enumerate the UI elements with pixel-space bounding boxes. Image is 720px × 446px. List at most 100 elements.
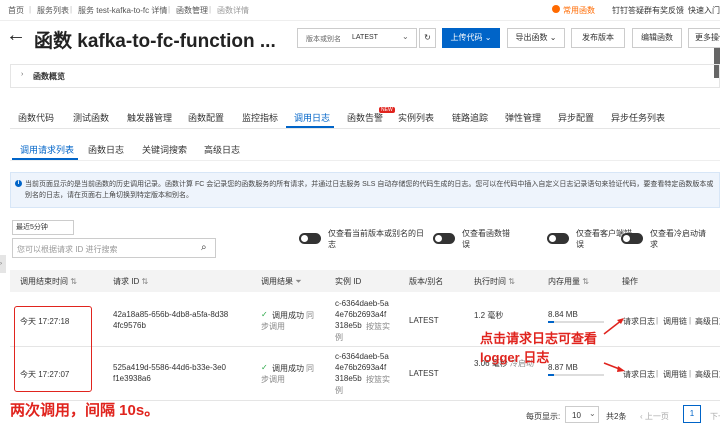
publish-version-button[interactable]: 发布版本 bbox=[571, 28, 625, 48]
breadcrumb-home[interactable]: 首页 bbox=[8, 5, 24, 16]
advanced-log-link[interactable]: 高级日志 bbox=[695, 369, 720, 380]
version-select[interactable]: 版本或别名 LATEST ⌄ bbox=[297, 28, 417, 48]
export-function-label: 导出函数 bbox=[515, 33, 548, 42]
column-header-label: 调用结果 bbox=[261, 277, 293, 286]
tab-function-code[interactable]: 函数代码 bbox=[18, 111, 54, 124]
next-page-button[interactable]: 下一页 bbox=[710, 411, 720, 422]
filter-icon[interactable]: ⏷ bbox=[295, 277, 301, 286]
time-range-select[interactable]: 最近5分钟 bbox=[12, 220, 74, 235]
tab-monitoring[interactable]: 监控指标 bbox=[242, 111, 278, 124]
breadcrumb-service-detail[interactable]: 服务 test-kafka-to-fc 详情 bbox=[78, 5, 167, 16]
row-instance-id-cont[interactable]: 318e5b bbox=[335, 374, 362, 383]
per-page-select[interactable]: 10 ⌄ bbox=[565, 406, 599, 423]
chevron-down-icon: ⌄ bbox=[402, 32, 409, 41]
row-instance-id-cont[interactable]: 4e76b2693a4f bbox=[335, 363, 386, 372]
toggle-client-errors[interactable] bbox=[547, 233, 569, 244]
subtab-request-list[interactable]: 调用请求列表 bbox=[20, 143, 74, 156]
common-functions-link[interactable]: 常用函数 bbox=[563, 5, 595, 16]
sidebar-expand-handle[interactable]: › bbox=[0, 255, 6, 273]
row-instance-extra: 例 bbox=[335, 333, 343, 342]
chevron-left-icon: ‹ bbox=[640, 412, 643, 421]
info-notice: i 当前页面显示的是当前函数的历史调用记录。函数计算 FC 会记录您的函数服务的… bbox=[10, 172, 720, 208]
annotation-logger-line1: 点击请求日志可查看 bbox=[480, 331, 598, 346]
tab-tracing[interactable]: 链路追踪 bbox=[452, 111, 488, 124]
breadcrumb-function-management[interactable]: 函数管理 bbox=[176, 5, 208, 16]
sort-icon[interactable]: ⇅ bbox=[508, 277, 515, 286]
subtab-keyword-search[interactable]: 关键词搜索 bbox=[142, 143, 187, 156]
ops-separator: | bbox=[656, 369, 659, 378]
row-instance-id-cont[interactable]: 318e5b bbox=[335, 321, 362, 330]
export-function-button[interactable]: 导出函数 ⌄ bbox=[507, 28, 565, 48]
trace-link[interactable]: 调用链 bbox=[663, 369, 687, 380]
tab-test-function[interactable]: 测试函数 bbox=[73, 111, 109, 124]
upload-code-button[interactable]: 上传代码 ⌄ bbox=[442, 28, 500, 48]
search-icon[interactable]: ⌕ bbox=[201, 242, 207, 253]
toggle-current-version[interactable] bbox=[299, 233, 321, 244]
subtab-function-logs[interactable]: 函数日志 bbox=[88, 143, 124, 156]
info-notice-text: 当前页面显示的是当前函数的历史调用记录。函数计算 FC 会记录您的函数服务的所有… bbox=[25, 181, 714, 199]
toggle-function-errors[interactable] bbox=[433, 233, 455, 244]
search-input[interactable]: 您可以根据请求 ID 进行搜索 bbox=[17, 244, 117, 255]
column-instance-id: 实例 ID bbox=[335, 277, 362, 286]
toggle-label-line: 仅查看函数错 bbox=[462, 229, 510, 238]
version-select-label: 版本或别名 bbox=[306, 36, 341, 43]
sort-icon[interactable]: ⇅ bbox=[582, 277, 589, 286]
more-actions-button[interactable]: 更多操作 bbox=[688, 28, 720, 48]
row-request-id[interactable]: 525a419d-5586-44d6-b33e-3e0 bbox=[113, 363, 226, 372]
ops-separator: | bbox=[656, 316, 659, 325]
column-memory: 内存用量 ⇅ bbox=[548, 276, 589, 287]
row-instance-id-cont[interactable]: 4e76b2693a4f bbox=[335, 310, 386, 319]
column-header-label: 请求 ID bbox=[113, 277, 140, 286]
per-page-label: 每页显示: bbox=[526, 412, 561, 421]
new-badge: NEW bbox=[379, 107, 395, 113]
toggle-cold-start-label: 仅查看冷启动请求 bbox=[650, 228, 716, 250]
sort-icon[interactable]: ⇅ bbox=[70, 277, 77, 286]
page-number-button[interactable]: 1 bbox=[683, 405, 701, 423]
sort-icon[interactable]: ⇅ bbox=[141, 277, 148, 286]
toggle-label-line: 求 bbox=[650, 240, 658, 249]
row-memory: 8.87 MB bbox=[548, 363, 578, 372]
row-result-extra: 同 bbox=[306, 364, 314, 373]
tab-elastic-management[interactable]: 弹性管理 bbox=[505, 111, 541, 124]
ops-separator: | bbox=[689, 316, 692, 325]
trace-link[interactable]: 调用链 bbox=[663, 316, 687, 327]
arrow-head bbox=[617, 366, 625, 372]
row-request-id-cont[interactable]: f1e3938a6 bbox=[113, 374, 151, 383]
tab-async-task-list[interactable]: 异步任务列表 bbox=[611, 111, 665, 124]
row-instance-extra: 按篮实 bbox=[366, 375, 390, 384]
memory-bar bbox=[548, 374, 604, 376]
toggle-label-line: 志 bbox=[328, 240, 336, 249]
advanced-log-link[interactable]: 高级日志 bbox=[695, 316, 720, 327]
chevron-right-icon: › bbox=[21, 71, 24, 78]
chevron-down-icon: ⌄ bbox=[484, 33, 492, 42]
prev-page-button[interactable]: ‹ 上一页 bbox=[640, 411, 669, 422]
refresh-button[interactable]: ↻ bbox=[419, 28, 436, 48]
subtab-advanced-logs[interactable]: 高级日志 bbox=[204, 143, 240, 156]
tab-instance-list[interactable]: 实例列表 bbox=[398, 111, 434, 124]
column-request-id: 请求 ID ⇅ bbox=[113, 276, 148, 287]
breadcrumb-service-list[interactable]: 服务列表 bbox=[37, 5, 69, 16]
tab-trigger-management[interactable]: 触发器管理 bbox=[127, 111, 172, 124]
dingtalk-group-link[interactable]: 钉钉答疑群 bbox=[612, 5, 652, 16]
column-actions: 操作 bbox=[622, 277, 638, 286]
quick-entry-link[interactable]: 快速入门 bbox=[688, 5, 720, 16]
tab-invocation-logs[interactable]: 调用日志 bbox=[294, 111, 330, 124]
feedback-link[interactable]: 有奖反馈 bbox=[652, 5, 684, 16]
request-id-search[interactable]: 您可以根据请求 ID 进行搜索 ⌕ bbox=[12, 238, 216, 258]
row-instance-id[interactable]: c-6364daeb-5a bbox=[335, 299, 389, 308]
column-end-time[interactable]: 调用结束时间 ⇅ bbox=[20, 276, 77, 287]
row-instance-id[interactable]: c-6364daeb-5a bbox=[335, 352, 389, 361]
function-overview-label: 函数概览 bbox=[33, 72, 65, 81]
info-icon: i bbox=[15, 180, 22, 187]
tab-async-config[interactable]: 异步配置 bbox=[558, 111, 594, 124]
edit-function-button[interactable]: 编辑函数 bbox=[632, 28, 682, 48]
row-request-id[interactable]: 42a18a85-656b-4db8-a5fa-8d38 bbox=[113, 310, 228, 319]
row-request-id-cont[interactable]: 4fc9576b bbox=[113, 321, 146, 330]
tab-function-config[interactable]: 函数配置 bbox=[188, 111, 224, 124]
column-header-label: 内存用量 bbox=[548, 277, 580, 286]
back-arrow-icon[interactable]: ← bbox=[6, 24, 26, 47]
function-overview-panel[interactable]: › 函数概览 bbox=[10, 64, 720, 88]
toggle-cold-start[interactable] bbox=[621, 233, 643, 244]
tab-function-alerts[interactable]: 函数告警 bbox=[347, 111, 383, 124]
annotation-logger-line2: logger 日志 bbox=[480, 350, 550, 365]
